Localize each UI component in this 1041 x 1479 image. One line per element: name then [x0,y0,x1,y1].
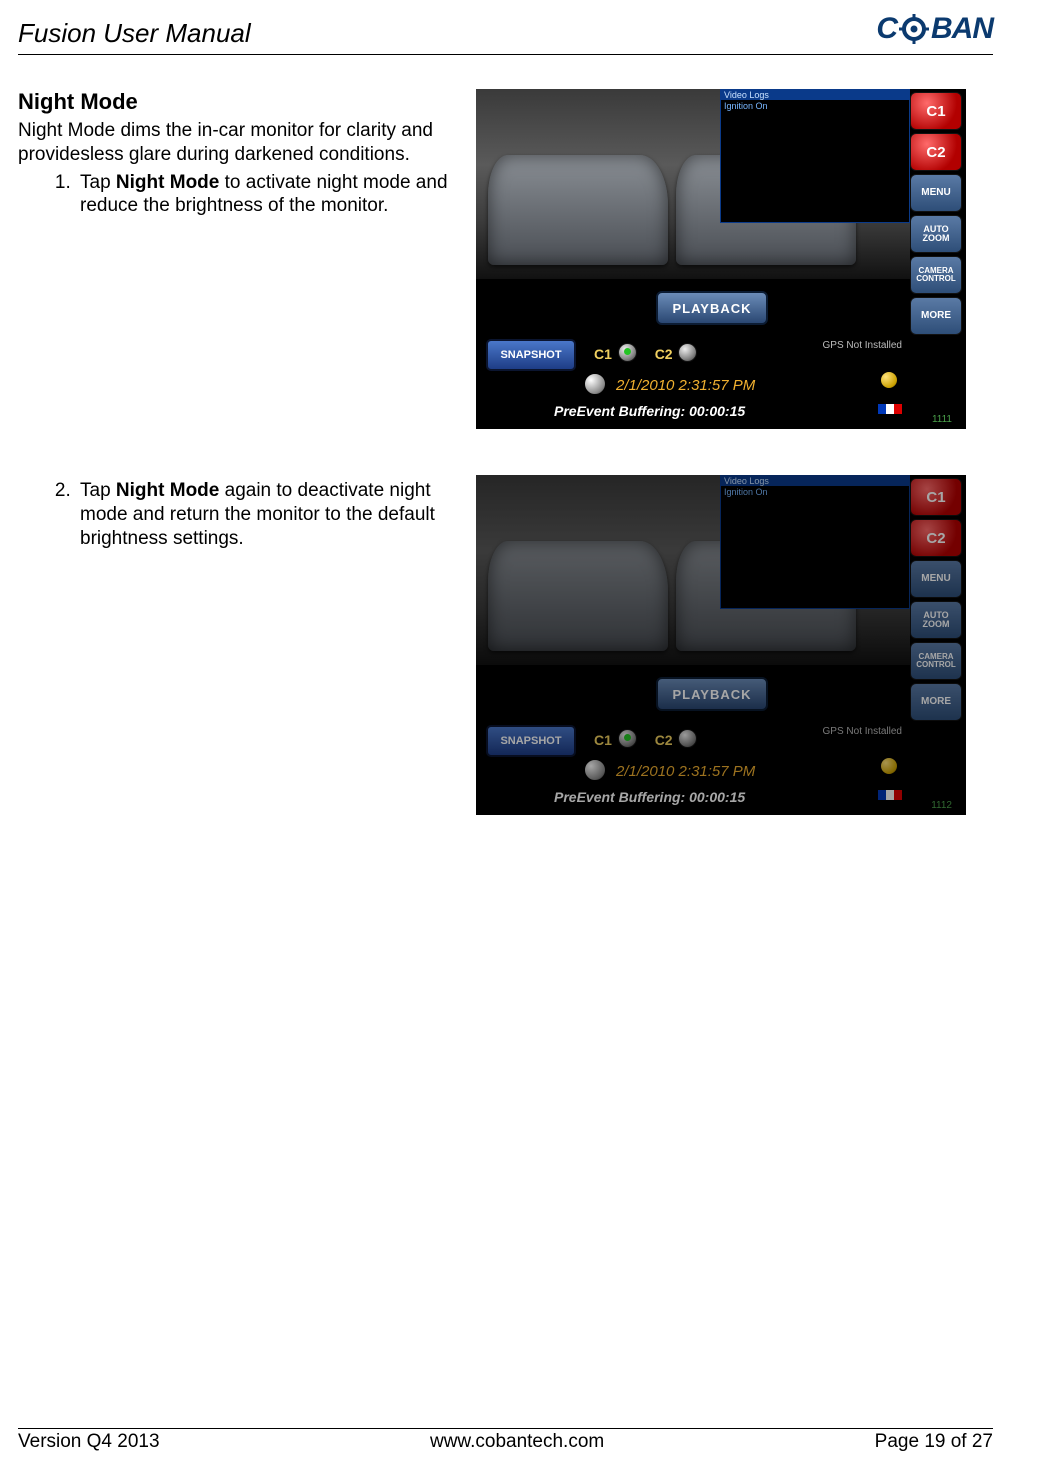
timestamp: 2/1/2010 2:31:57 PM [616,763,755,780]
car-graphic [488,155,668,265]
c1-button[interactable]: C1 [910,478,962,516]
logo-text-left: C [876,12,897,46]
c1-label: C1 [594,346,612,362]
auto-zoom-button[interactable]: AUTO ZOOM [910,601,962,639]
camera-row: C1 C2 [594,343,711,362]
log-header: Video Logs [721,476,909,486]
snapshot-button[interactable]: SNAPSHOT [486,339,576,371]
more-button[interactable]: MORE [910,683,962,721]
section-title: Night Mode [18,89,458,115]
menu-button[interactable]: MENU [910,560,962,598]
auto-zoom-button[interactable]: AUTO ZOOM [910,215,962,253]
step-2-pre: Tap [80,480,116,501]
camera-row: C1 C2 [594,729,711,748]
c2-button[interactable]: C2 [910,519,962,557]
step-1-bold: Night Mode [116,172,219,193]
c1-button[interactable]: C1 [910,92,962,130]
step-2: Tap Night Mode again to deactivate night… [76,479,458,550]
section-intro: Night Mode dims the in-car monitor for c… [18,119,448,167]
mic-icon [584,759,606,781]
snapshot-button[interactable]: SNAPSHOT [486,725,576,757]
menu-button[interactable]: MENU [910,174,962,212]
c1-label: C1 [594,732,612,748]
mic-icon [584,373,606,395]
video-log-panel: Video Logs Ignition On [720,89,910,223]
c2-label: C2 [655,346,673,362]
page-header: Fusion User Manual C BAN [18,18,993,55]
step-1: Tap Night Mode to activate night mode an… [76,171,458,219]
c1-radio[interactable] [618,343,637,362]
log-line: Ignition On [724,487,906,497]
counter: 1112 [931,800,952,811]
gps-status: GPS Not Installed [823,341,902,352]
car-graphic [488,541,668,651]
counter: 1111 [932,414,952,425]
target-icon [899,14,929,44]
more-button[interactable]: MORE [910,297,962,335]
c2-button[interactable]: C2 [910,133,962,171]
camera-control-button[interactable]: CAMERA CONTROL [910,642,962,680]
page-number: Page 19 of 27 [875,1431,993,1453]
log-header: Video Logs [721,90,909,100]
video-log-panel: Video Logs Ignition On [720,475,910,609]
flag-icon [878,787,902,797]
gps-status: GPS Not Installed [823,727,902,738]
step-2-bold: Night Mode [116,480,219,501]
page-footer: Version Q4 2013 www.cobantech.com Page 1… [18,1428,993,1453]
logo-text-right: BAN [931,12,993,46]
key-icon [880,371,898,389]
log-line: Ignition On [724,101,906,111]
screenshot-2: Video Logs Ignition On C1 C2 MENU AUTO Z… [476,475,966,815]
buffer-text: PreEvent Buffering: 00:00:15 [554,403,745,419]
flag-icon [878,401,902,411]
key-icon [880,757,898,775]
timestamp: 2/1/2010 2:31:57 PM [616,377,755,394]
version-text: Version Q4 2013 [18,1431,160,1453]
c2-radio[interactable] [678,343,697,362]
coban-logo: C BAN [876,12,993,46]
playback-button[interactable]: PLAYBACK [656,677,768,711]
doc-title: Fusion User Manual [18,18,251,49]
footer-url: www.cobantech.com [430,1431,604,1453]
c2-label: C2 [655,732,673,748]
camera-control-button[interactable]: CAMERA CONTROL [910,256,962,294]
buffer-text: PreEvent Buffering: 00:00:15 [554,789,745,805]
c1-radio[interactable] [618,729,637,748]
step-1-pre: Tap [80,172,116,193]
screenshot-1: Video Logs Ignition On C1 C2 MENU AUTO Z… [476,89,966,429]
playback-button[interactable]: PLAYBACK [656,291,768,325]
c2-radio[interactable] [678,729,697,748]
